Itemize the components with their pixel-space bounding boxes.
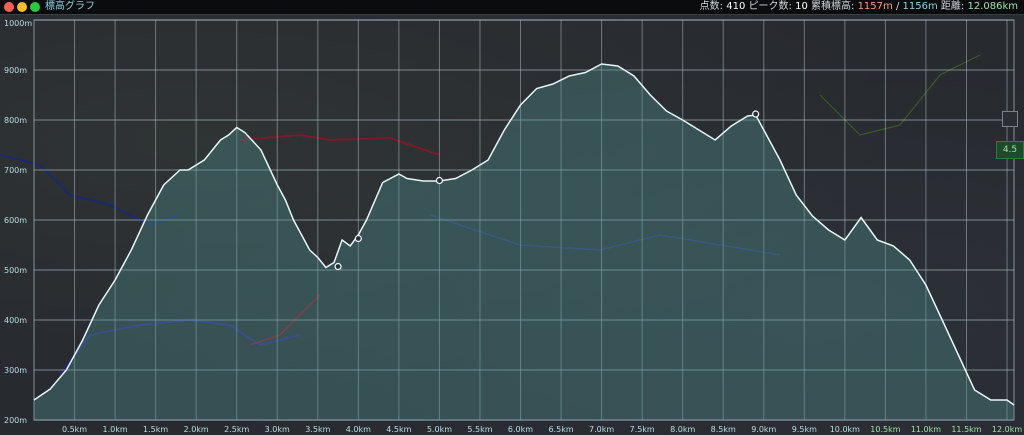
x-tick-label: 6.5km [548,425,573,434]
gain-up-value: 1157m [857,1,893,12]
x-tick-label: 7.5km [630,425,655,434]
minimize-window-button[interactable] [17,2,27,12]
elevation-area [34,64,1014,420]
close-window-button[interactable] [4,2,14,12]
elevation-chart[interactable]: 1000m 900m 800m 700m 600m 500m 400m 300m 200m 0.… [0,15,1024,435]
points-label: 点数: [699,1,724,12]
waypoint-marker[interactable] [752,110,760,118]
x-tick-label: 1.5km [143,425,168,434]
y-tick-label: 1000m [4,19,32,28]
y-tick-label: 300m [4,366,27,375]
title-bar: 標高グラフ 点数: 410 ピーク数: 10 累積標高: 1157m / 115… [0,0,1024,15]
x-tick-label: 9.0km [751,425,776,434]
x-tick-label: 11.5km [951,425,981,434]
y-tick-label: 900m [4,66,27,75]
waypoint-marker[interactable] [354,234,362,243]
gain-separator: / [895,1,900,12]
peaks-label: ピーク数: [748,1,792,12]
y-tick-label: 700m [4,166,27,175]
map-badge: 4.5 [996,141,1024,159]
x-tick-label: 12.0km [992,425,1022,434]
x-axis: 0.5km 1.0km 1.5km 2.0km 2.5km 3.0km 3.5km 4.0km… [62,425,1022,434]
y-tick-label: 600m [4,216,27,225]
distance-value: 12.086km [967,1,1018,12]
gain-down-value: 1156m [902,1,938,12]
x-tick-label: 11.0km [911,425,941,434]
map-background[interactable]: 1000m 900m 800m 700m 600m 500m 400m 300m 200m 0.… [0,15,1024,435]
zoom-window-button[interactable] [30,2,40,12]
x-tick-label: 1.0km [103,425,128,434]
x-tick-label: 6.0km [508,425,533,434]
peaks-value: 10 [795,1,808,12]
x-tick-label: 3.0km [265,425,290,434]
waypoint-marker[interactable] [334,262,342,271]
x-tick-label: 10.0km [830,425,860,434]
x-tick-label: 10.5km [870,425,900,434]
gain-label: 累積標高: [811,1,855,12]
y-axis: 1000m 900m 800m 700m 600m 500m 400m 300m 200m [4,19,32,425]
x-tick-label: 5.5km [467,425,492,434]
x-tick-label: 7.0km [589,425,614,434]
x-tick-label: 9.5km [792,425,817,434]
x-tick-label: 2.0km [184,425,209,434]
x-tick-label: 8.0km [670,425,695,434]
distance-label: 距離: [940,1,965,12]
x-tick-label: 2.5km [224,425,249,434]
x-tick-label: 0.5km [62,425,87,434]
x-tick-label: 3.5km [305,425,330,434]
window-title: 標高グラフ [45,1,95,12]
x-tick-label: 4.5km [386,425,411,434]
y-tick-label: 500m [4,266,27,275]
x-tick-label: 8.5km [711,425,736,434]
layers-icon[interactable] [1002,111,1018,127]
x-tick-label: 4.0km [346,425,371,434]
y-tick-label: 800m [4,116,27,125]
x-tick-label: 5.0km [427,425,452,434]
stats-bar: 点数: 410 ピーク数: 10 累積標高: 1157m / 1156m 距離:… [700,0,1018,14]
waypoint-marker[interactable] [435,176,444,185]
y-tick-label: 200m [4,416,27,425]
y-tick-label: 400m [4,316,27,325]
points-value: 410 [726,1,746,12]
